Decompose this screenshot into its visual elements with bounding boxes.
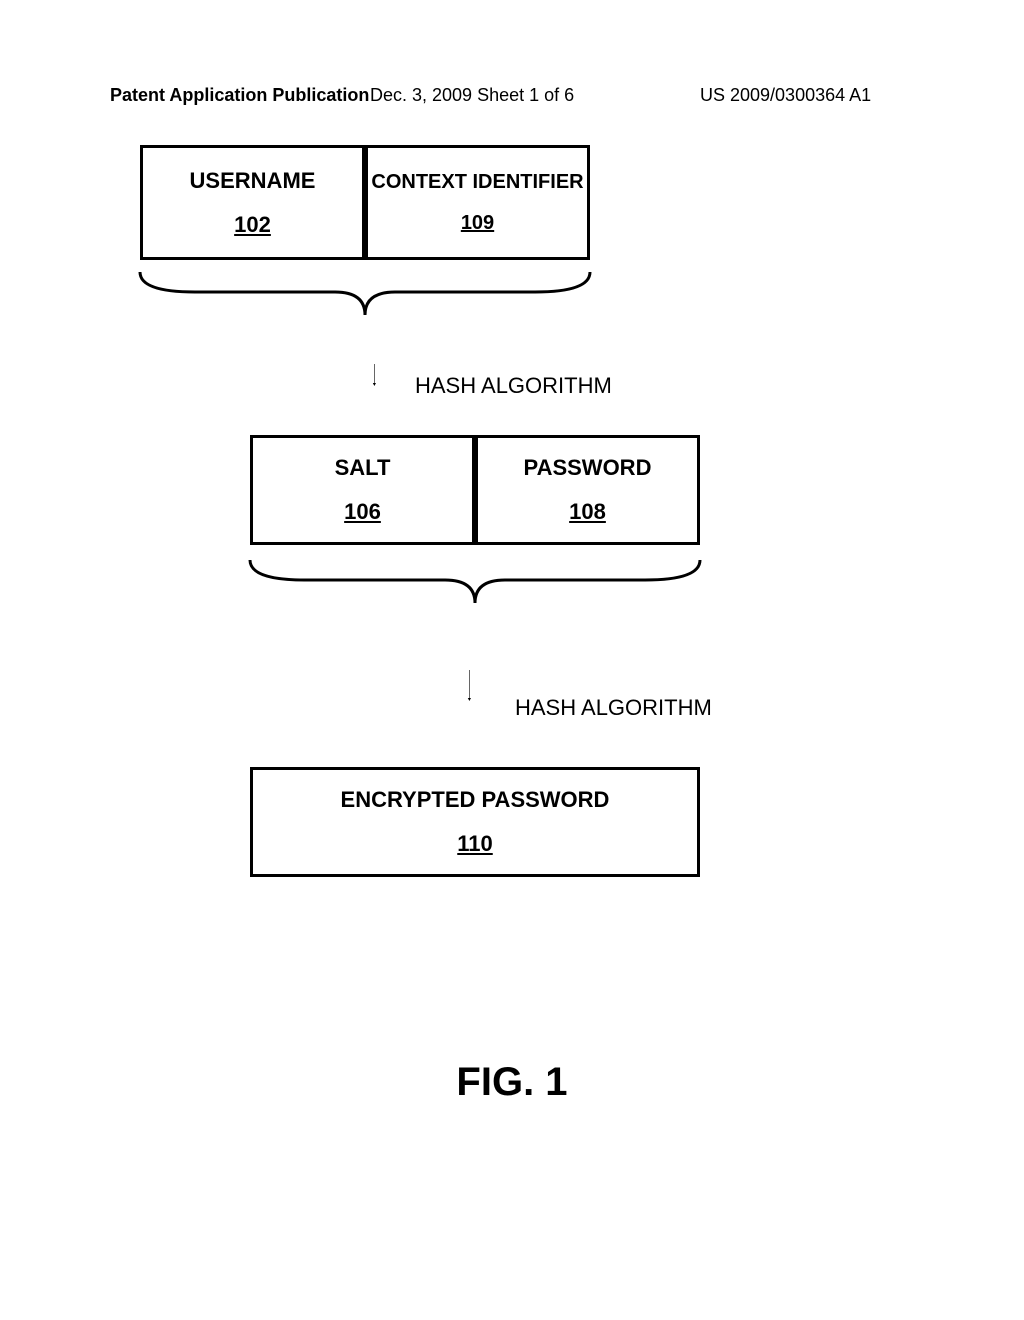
context-identifier-box: CONTEXT IDENTIFIER 109 <box>365 145 590 260</box>
header-publication-type: Patent Application Publication <box>110 85 369 106</box>
encrypted-password-ref: 110 <box>457 831 493 857</box>
context-identifier-ref: 109 <box>461 212 494 235</box>
header-publication-number: US 2009/0300364 A1 <box>700 85 871 106</box>
hash-algorithm-label-1: HASH ALGORITHM <box>415 373 612 399</box>
username-ref: 102 <box>234 212 271 238</box>
arrow-icon-2 <box>469 608 473 763</box>
hash-algorithm-label-2: HASH ALGORITHM <box>515 695 712 721</box>
password-label: PASSWORD <box>524 455 652 481</box>
figure-label: FIG. 1 <box>0 1060 1024 1105</box>
password-box: PASSWORD 108 <box>475 435 700 545</box>
brace-icon-1 <box>135 267 595 322</box>
header-date-sheet: Dec. 3, 2009 Sheet 1 of 6 <box>370 85 574 106</box>
encrypted-password-box: ENCRYPTED PASSWORD 110 <box>250 767 700 877</box>
salt-box: SALT 106 <box>250 435 475 545</box>
context-identifier-label: CONTEXT IDENTIFIER <box>371 171 583 194</box>
salt-ref: 106 <box>344 499 381 525</box>
salt-label: SALT <box>335 455 391 481</box>
username-label: USERNAME <box>190 168 316 194</box>
brace-icon-2 <box>245 555 705 610</box>
encrypted-password-label: ENCRYPTED PASSWORD <box>341 787 610 813</box>
arrow-icon-1 <box>374 320 378 430</box>
password-ref: 108 <box>569 499 606 525</box>
flow-diagram: USERNAME 102 CONTEXT IDENTIFIER 109 HASH… <box>110 140 880 1040</box>
username-box: USERNAME 102 <box>140 145 365 260</box>
